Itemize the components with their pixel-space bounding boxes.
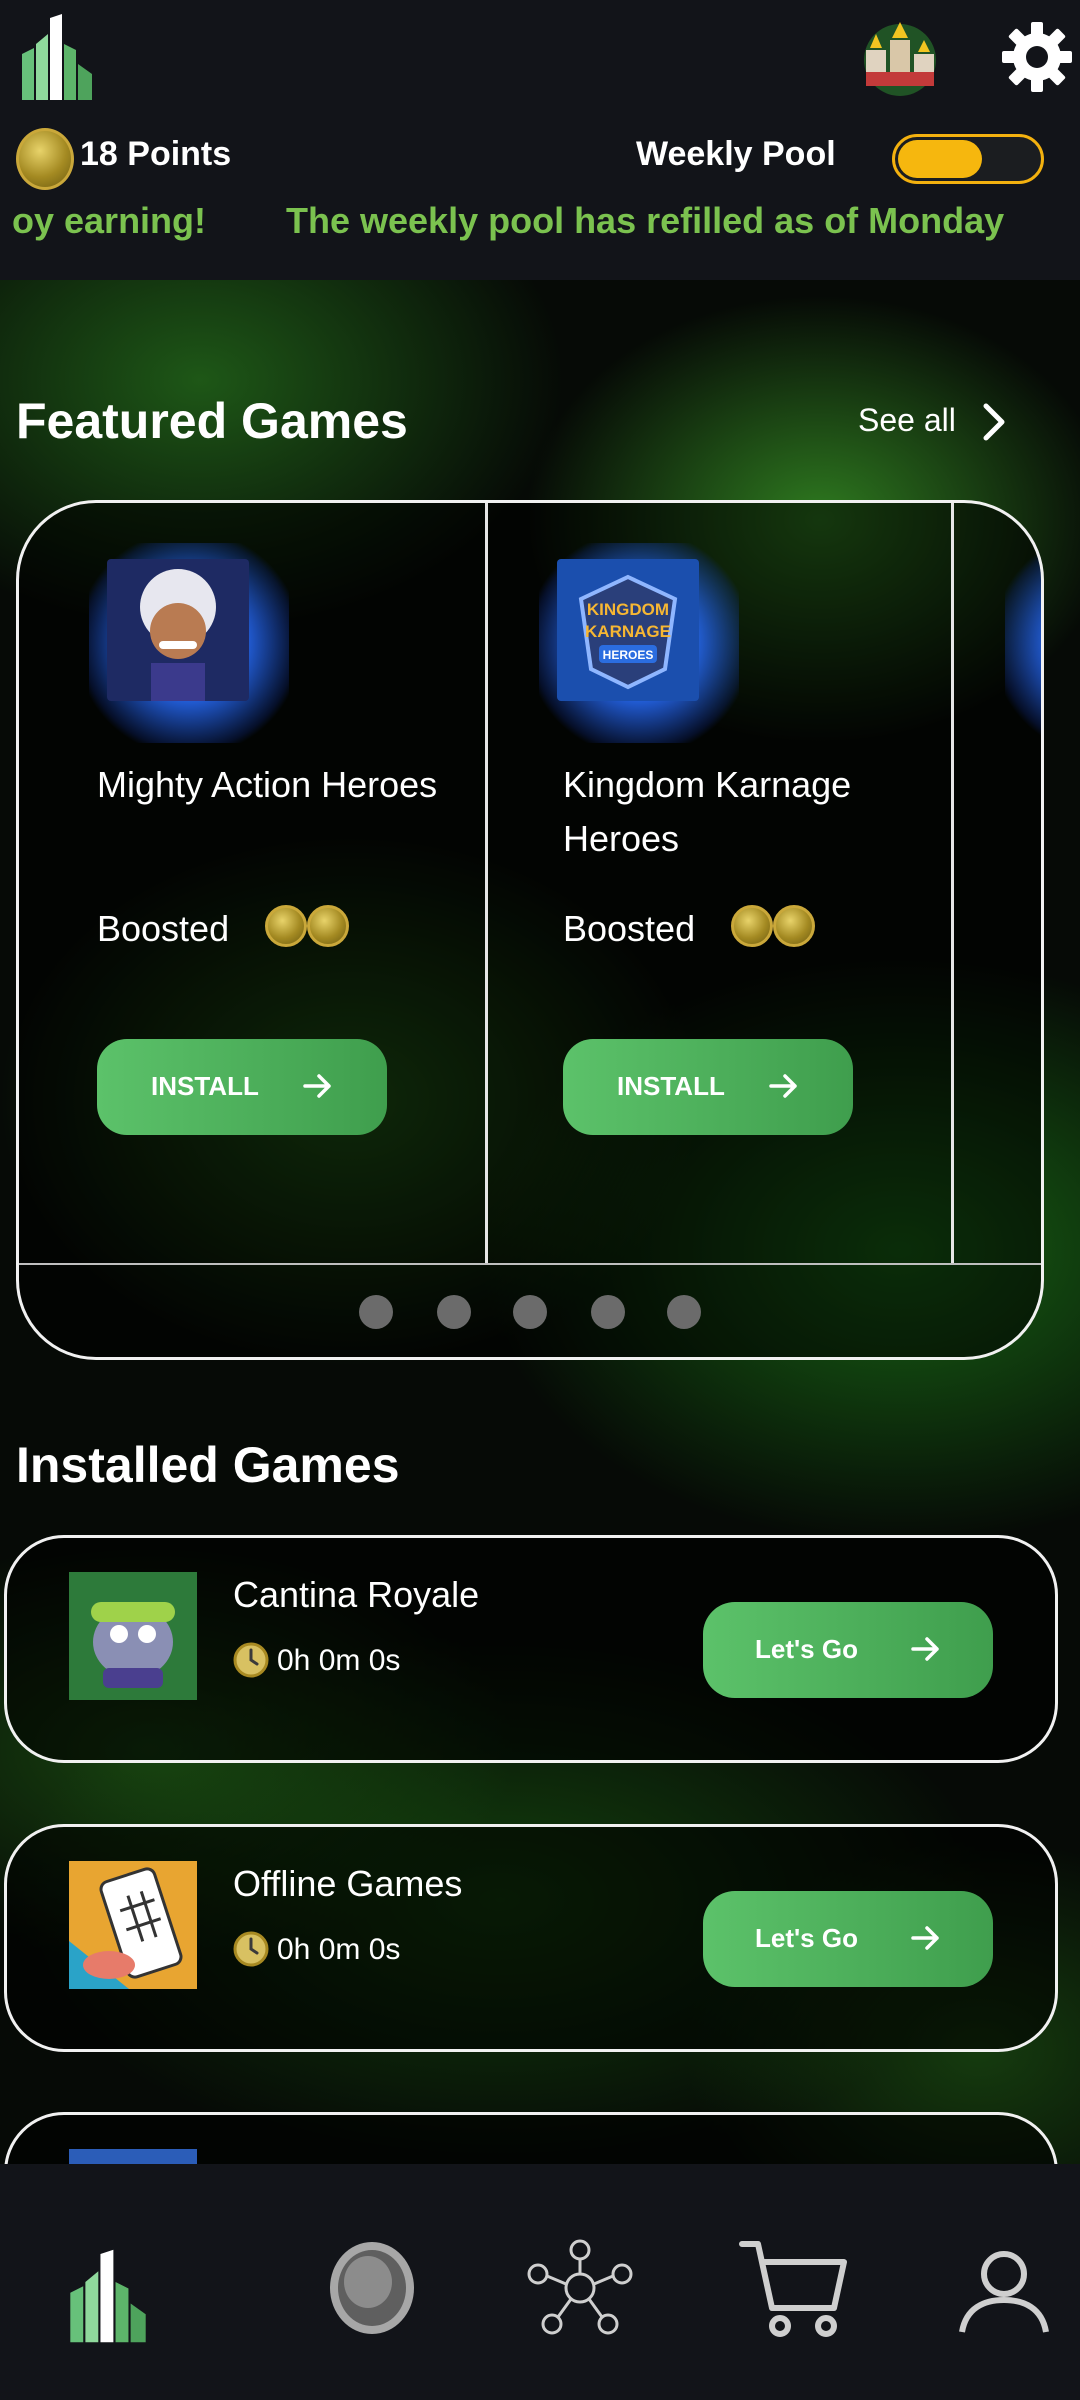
kingdom-karnage-heroes-thumbnail[interactable]: KINGDOM KARNAGE HEROES (557, 559, 699, 701)
see-all-link[interactable]: See all (858, 402, 956, 439)
installed-game-name: Cantina Royale (233, 1574, 480, 1615)
weekly-pool-progress[interactable] (892, 134, 1044, 184)
profile-icon[interactable] (956, 2248, 1052, 2336)
lets-go-button[interactable]: Let's Go (703, 1891, 993, 1987)
featured-game-card[interactable]: Z B (951, 503, 1041, 1263)
featured-games-carousel[interactable]: Mighty Action Heroes Boosted INSTALL KIN… (16, 500, 1044, 1360)
game-name: Kingdom Karnage Heroes (563, 764, 852, 859)
lets-go-label: Let's Go (755, 1923, 858, 1953)
ticker-text: The weekly pool has refilled as of Monda… (286, 200, 1005, 241)
arrow-right-icon (769, 1074, 797, 1098)
page-dot[interactable] (437, 1295, 471, 1329)
points-count: 18 Points (80, 135, 232, 173)
clock-icon (233, 1931, 269, 1967)
home-icon[interactable] (66, 2248, 150, 2344)
lets-go-button[interactable]: Let's Go (703, 1602, 993, 1698)
featured-games-title: Featured Games (16, 393, 408, 449)
installed-games-title: Installed Games (16, 1437, 400, 1493)
offline-games-thumbnail[interactable] (69, 1861, 197, 1989)
boosted-label: Boosted (97, 908, 230, 949)
install-button[interactable]: INSTALL (97, 1039, 387, 1135)
boosted-label: Boosted (563, 908, 696, 949)
page-dot[interactable] (513, 1295, 547, 1329)
mighty-action-heroes-thumbnail[interactable] (107, 559, 249, 701)
boost-coins-icon (265, 903, 355, 951)
ticker-text-prev: oy earning! (12, 200, 207, 241)
network-icon[interactable] (526, 2238, 634, 2338)
page-dot[interactable] (359, 1295, 393, 1329)
svg-text:KARNAGE: KARNAGE (585, 622, 671, 641)
page-dot[interactable] (591, 1295, 625, 1329)
svg-text:KINGDOM: KINGDOM (587, 600, 669, 619)
installed-game-row[interactable]: Offline Games 0h 0m 0s Let's Go (4, 1824, 1058, 2052)
weekly-pool-label: Weekly Pool (636, 135, 836, 173)
install-button[interactable]: INSTALL (563, 1039, 853, 1135)
arrow-right-icon (303, 1074, 331, 1098)
featured-game-card[interactable]: Mighty Action Heroes Boosted INSTALL (19, 503, 485, 1263)
install-button-label: INSTALL (151, 1071, 259, 1101)
chevron-right-icon[interactable] (978, 400, 1010, 444)
boost-coins-icon (731, 903, 821, 951)
lets-go-label: Let's Go (755, 1634, 858, 1664)
announcement-ticker: oy earning! The weekly pool has refilled… (0, 196, 1080, 252)
installed-game-name: Offline Games (233, 1863, 463, 1904)
cart-icon[interactable] (738, 2238, 850, 2338)
thumb-glow (1005, 543, 1041, 743)
play-time: 0h 0m 0s (277, 1644, 401, 1677)
installed-game-row[interactable]: Cantina Royale 0h 0m 0s Let's Go (4, 1535, 1058, 1763)
coin-icon[interactable] (328, 2240, 416, 2336)
settings-gear-icon[interactable] (1002, 22, 1072, 92)
install-button-label: INSTALL (617, 1071, 725, 1101)
cantina-royale-thumbnail[interactable] (69, 1572, 197, 1700)
play-time: 0h 0m 0s (277, 1933, 401, 1966)
leaderboard-trophy-icon[interactable] (860, 20, 940, 96)
arrow-right-icon (911, 1926, 939, 1950)
bottom-navigation (0, 2164, 1080, 2400)
featured-game-card[interactable]: KINGDOM KARNAGE HEROES Kingdom Karnage H… (485, 503, 951, 1263)
carousel-pagination[interactable] (359, 1295, 759, 1329)
weekly-pool-fill (898, 140, 982, 178)
game-name: Mighty Action Heroes (97, 764, 438, 805)
svg-text:HEROES: HEROES (603, 648, 654, 662)
points-coin-icon (16, 128, 74, 190)
arrow-right-icon (911, 1637, 939, 1661)
page-dot[interactable] (667, 1295, 701, 1329)
app-logo-icon[interactable] (18, 14, 96, 100)
carousel-divider (19, 1263, 1041, 1265)
clock-icon (233, 1642, 269, 1678)
top-header: 18 Points Weekly Pool oy earning! The we… (0, 0, 1080, 280)
